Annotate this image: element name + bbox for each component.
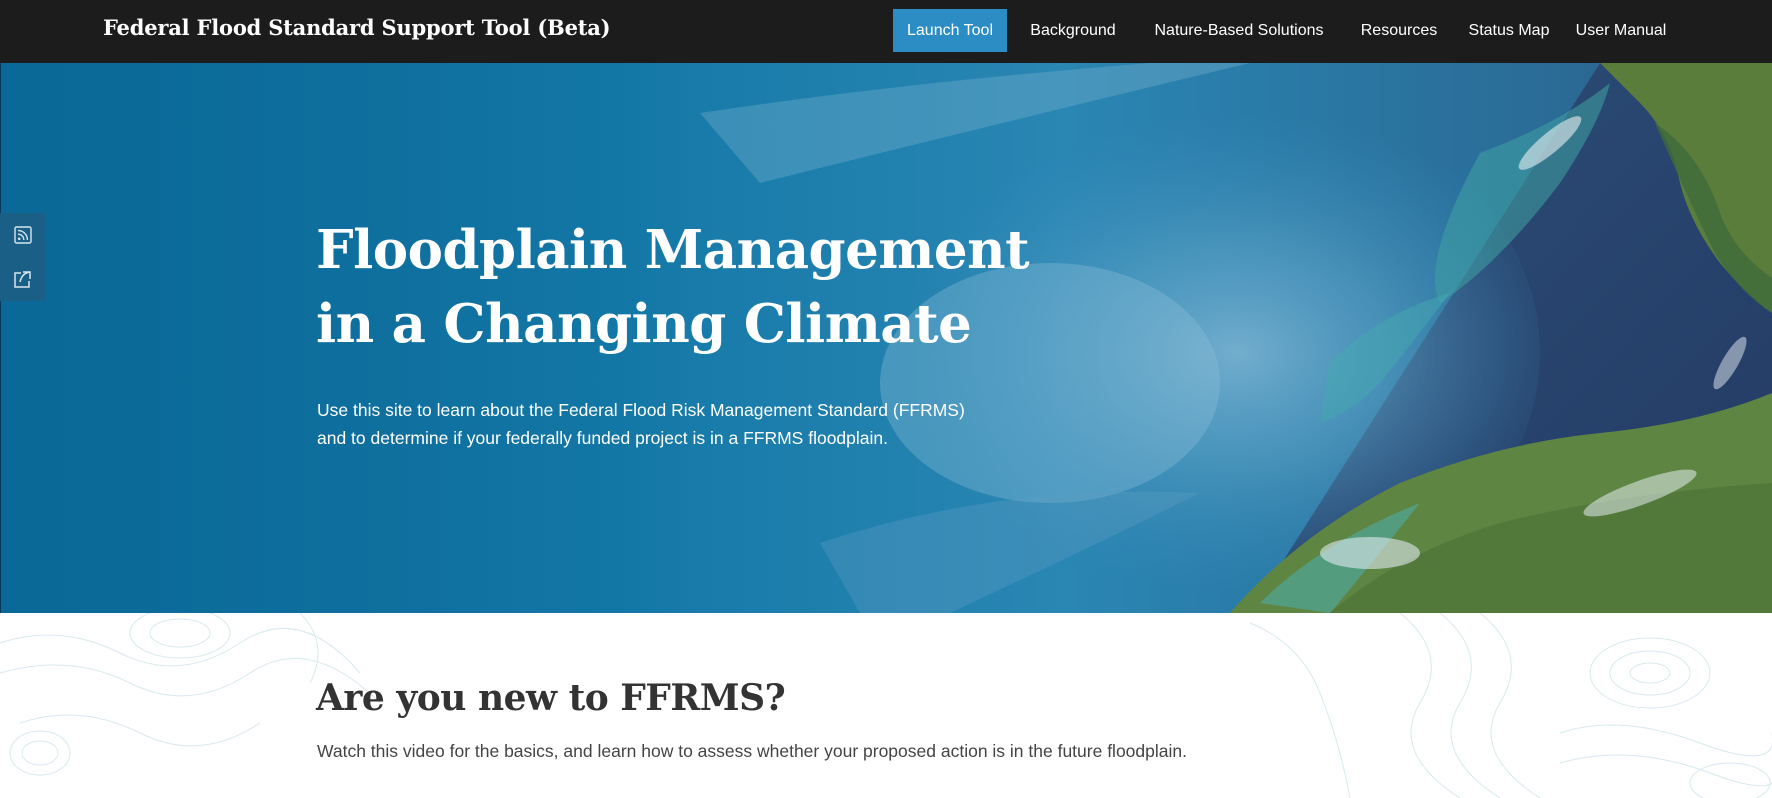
hero-banner: Floodplain Management in a Changing Clim… <box>0 63 1772 613</box>
hero-title-line-1: Floodplain Management <box>316 219 1030 281</box>
share-icon <box>14 270 31 288</box>
nav-user-manual[interactable]: User Manual <box>1573 9 1669 52</box>
share-widget <box>0 213 45 301</box>
site-title[interactable]: Federal Flood Standard Support Tool (Bet… <box>103 15 611 40</box>
intro-description: Watch this video for the basics, and lea… <box>317 741 1187 761</box>
hero-title-line-2: in a Changing Climate <box>316 293 972 355</box>
hero-description-line-1: Use this site to learn about the Federal… <box>317 400 965 420</box>
intro-section: Are you new to FFRMS? Watch this video f… <box>0 613 1772 798</box>
rss-feed-button[interactable] <box>0 213 45 257</box>
nav-background[interactable]: Background <box>1024 9 1122 52</box>
site-header: Federal Flood Standard Support Tool (Bet… <box>0 0 1772 63</box>
nav-launch-tool[interactable]: Launch Tool <box>893 9 1007 52</box>
hero-title: Floodplain Management in a Changing Clim… <box>316 213 1030 361</box>
hero-description-line-2: and to determine if your federally funde… <box>317 428 888 448</box>
intro-heading: Are you new to FFRMS? <box>316 677 786 719</box>
share-button[interactable] <box>0 257 45 301</box>
nav-status-map[interactable]: Status Map <box>1464 9 1554 52</box>
nav-nature-based-solutions[interactable]: Nature-Based Solutions <box>1151 9 1327 52</box>
nav-resources[interactable]: Resources <box>1353 9 1445 52</box>
topographic-pattern <box>0 613 1772 798</box>
rss-feed-icon <box>13 226 32 244</box>
hero-description: Use this site to learn about the Federal… <box>317 396 965 452</box>
